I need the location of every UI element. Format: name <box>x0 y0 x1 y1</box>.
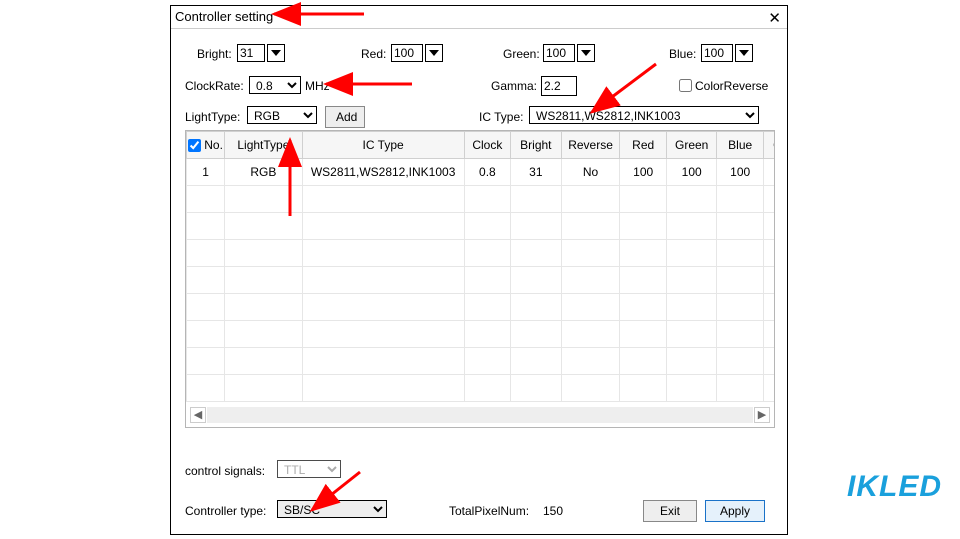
control-signals-select: TTL <box>277 460 341 478</box>
red-label: Red: <box>361 47 386 61</box>
col-gamma-trunc: G: <box>763 132 775 159</box>
color-reverse-checkbox[interactable] <box>679 79 692 92</box>
col-blue: Blue <box>717 132 763 159</box>
clockrate-label: ClockRate: <box>185 79 244 93</box>
add-button[interactable]: Add <box>325 106 365 128</box>
ictype-label: IC Type: <box>479 110 523 124</box>
bright-label: Bright: <box>197 47 232 61</box>
bright-dropdown-icon[interactable] <box>267 44 285 62</box>
ictype-select[interactable]: WS2811,WS2812,INK1003 <box>529 106 759 124</box>
window-title: Controller setting <box>175 9 273 24</box>
green-input[interactable] <box>543 44 575 62</box>
blue-dropdown-icon[interactable] <box>735 44 753 62</box>
controller-type-select[interactable]: SB/SC <box>277 500 387 518</box>
gamma-label: Gamma: <box>491 79 537 93</box>
controller-type-label: Controller type: <box>185 504 266 518</box>
scroll-track[interactable] <box>207 407 753 423</box>
red-dropdown-icon[interactable] <box>425 44 443 62</box>
mhz-label: MHz <box>305 79 330 93</box>
total-pixel-num-value: 150 <box>543 504 563 518</box>
green-label: Green: <box>503 47 540 61</box>
titlebar: Controller setting ✕ <box>171 6 787 29</box>
col-lighttype: LightType <box>225 132 302 159</box>
col-bright: Bright <box>511 132 562 159</box>
col-no: No. <box>204 138 223 152</box>
table-row[interactable]: 1 RGB WS2811,WS2812,INK1003 0.8 31 No 10… <box>187 159 776 186</box>
bright-input[interactable] <box>237 44 265 62</box>
horizontal-scrollbar[interactable]: ◀ ▶ <box>190 407 770 423</box>
select-all-checkbox[interactable] <box>188 139 201 152</box>
col-ictype: IC Type <box>302 132 464 159</box>
apply-button[interactable]: Apply <box>705 500 765 522</box>
blue-input[interactable] <box>701 44 733 62</box>
lighttype-label: LightType: <box>185 110 240 124</box>
col-green: Green <box>666 132 717 159</box>
total-pixel-num-label: TotalPixelNum: <box>449 504 529 518</box>
config-table: No. LightType IC Type Clock Bright Rever… <box>185 130 775 428</box>
col-reverse: Reverse <box>561 132 620 159</box>
close-icon[interactable]: ✕ <box>768 9 781 27</box>
col-clock: Clock <box>464 132 510 159</box>
green-dropdown-icon[interactable] <box>577 44 595 62</box>
color-reverse-label: ColorReverse <box>695 79 768 93</box>
table-header-row: No. LightType IC Type Clock Bright Rever… <box>187 132 776 159</box>
scroll-left-icon[interactable]: ◀ <box>190 407 206 423</box>
scroll-right-icon[interactable]: ▶ <box>754 407 770 423</box>
red-input[interactable] <box>391 44 423 62</box>
blue-label: Blue: <box>669 47 696 61</box>
clockrate-select[interactable]: 0.8 <box>249 76 301 94</box>
col-red: Red <box>620 132 666 159</box>
exit-button[interactable]: Exit <box>643 500 697 522</box>
lighttype-select[interactable]: RGB <box>247 106 317 124</box>
watermark-logo: IKLED <box>847 470 942 504</box>
controller-setting-dialog: Controller setting ✕ Bright: Red: Green:… <box>170 5 788 535</box>
control-signals-label: control signals: <box>185 464 265 478</box>
gamma-input[interactable] <box>541 76 577 96</box>
